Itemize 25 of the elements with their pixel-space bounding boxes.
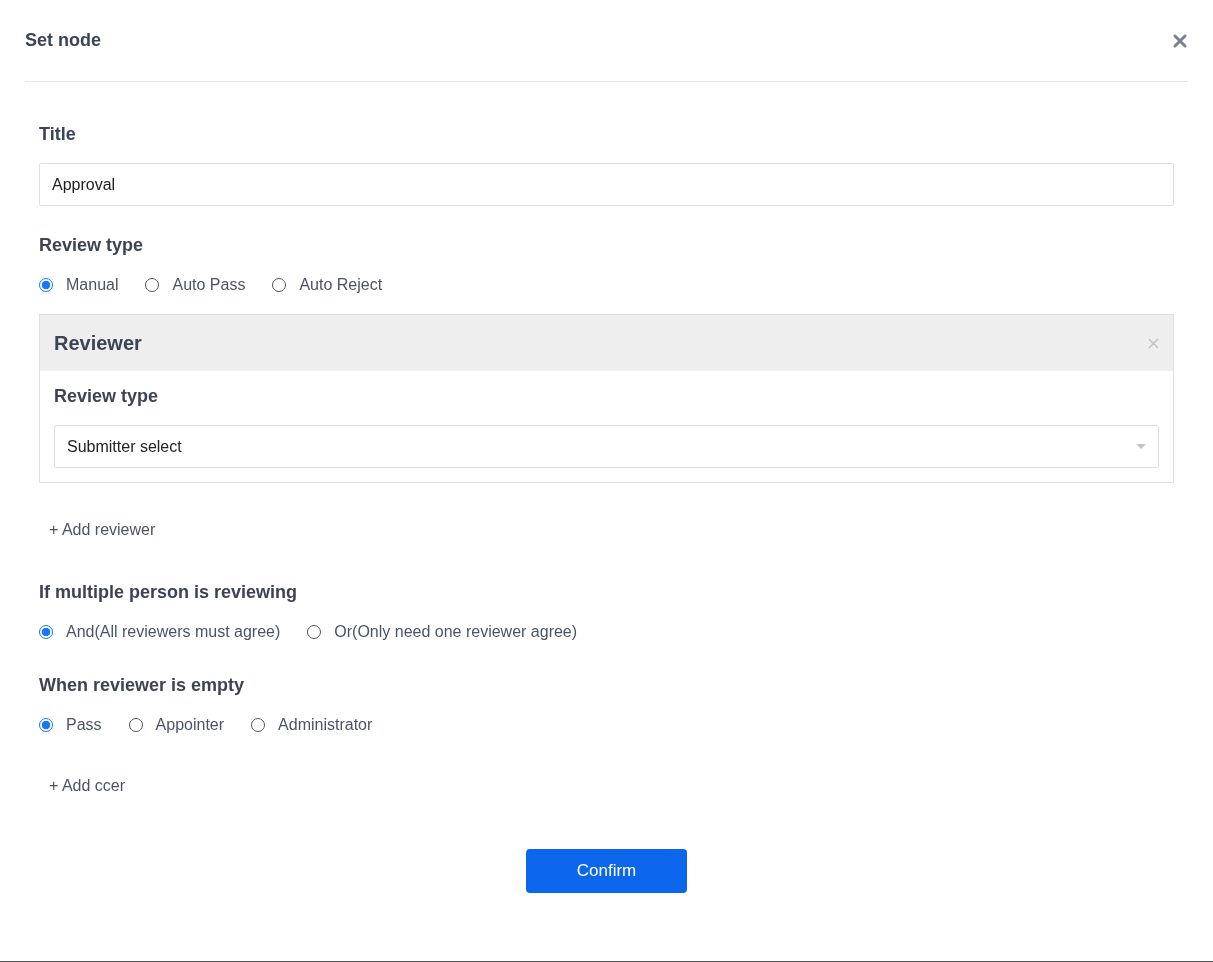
title-input-field[interactable]: Approval bbox=[39, 163, 1174, 206]
radio-option[interactable]: Appointer bbox=[128, 716, 225, 734]
add-ccer-link[interactable]: + Add ccer bbox=[39, 766, 136, 806]
field-label: Review type bbox=[54, 386, 160, 406]
radio-option[interactable]: Manual bbox=[39, 276, 119, 294]
confirm-button[interactable]: Confirm bbox=[526, 849, 687, 893]
radio-icon[interactable] bbox=[39, 625, 53, 639]
radio-option[interactable]: Auto Reject bbox=[272, 276, 383, 294]
review-type-dropdown[interactable]: Submitter select bbox=[54, 425, 1159, 468]
field-label: When reviewer is empty bbox=[39, 675, 246, 695]
field-label: Title bbox=[39, 124, 77, 144]
close-icon[interactable] bbox=[1173, 33, 1187, 48]
dialog-title: Set node bbox=[25, 30, 101, 51]
radio-option[interactable]: And(All reviewers must agree) bbox=[39, 623, 281, 641]
radio-option[interactable]: Or(Only need one reviewer agree) bbox=[307, 623, 578, 641]
field-label: If multiple person is reviewing bbox=[39, 582, 299, 602]
field-label: Review type bbox=[39, 235, 145, 255]
radio-option[interactable]: Administrator bbox=[251, 716, 373, 734]
radio-option[interactable]: Pass bbox=[39, 716, 102, 734]
add-reviewer-link[interactable]: + Add reviewer bbox=[39, 510, 166, 550]
radio-option[interactable]: Auto Pass bbox=[145, 276, 246, 294]
caret-icon bbox=[1136, 444, 1146, 449]
radio-icon[interactable] bbox=[39, 718, 53, 732]
card-title: Reviewer bbox=[54, 331, 142, 355]
radio-icon[interactable] bbox=[39, 278, 53, 292]
